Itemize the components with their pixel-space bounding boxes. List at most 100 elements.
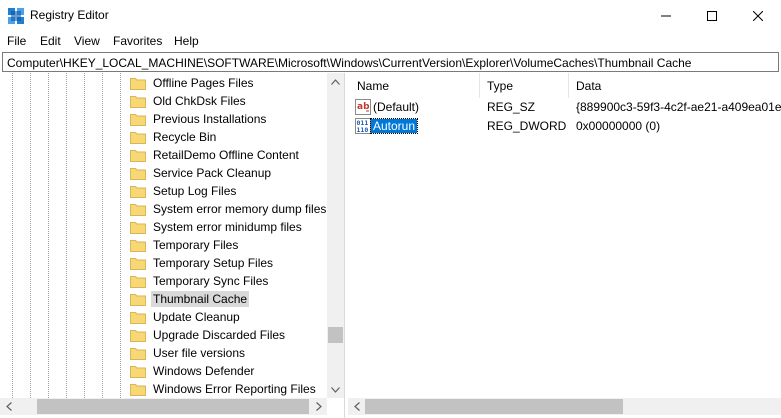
chevron-left-icon (5, 402, 12, 411)
tree-item-label: System error memory dump files (153, 202, 327, 216)
folder-icon (130, 167, 146, 180)
menu-help[interactable]: Help (174, 34, 199, 48)
folder-icon (130, 293, 146, 306)
maximize-button[interactable] (689, 0, 735, 31)
menu-favorites[interactable]: Favorites (113, 34, 162, 48)
tree-item[interactable]: User file versions (130, 344, 247, 362)
tree-item[interactable]: System error memory dump files (130, 200, 328, 218)
tree-item-label: Windows Error Reporting Files (153, 382, 316, 396)
folder-icon (130, 113, 146, 126)
menu-view[interactable]: View (74, 34, 100, 48)
tree-item-label: Offline Pages Files (153, 76, 254, 90)
folder-icon (130, 221, 146, 234)
tree-item-label: Setup Log Files (153, 184, 237, 198)
tree-item-label: Old ChkDsk Files (153, 94, 246, 108)
tree-item-label: Windows Defender (153, 364, 255, 378)
title-bar: Registry Editor (0, 0, 781, 31)
tree-item-label: Upgrade Discarded Files (153, 328, 286, 342)
list-horizontal-scroll-thumb[interactable] (365, 399, 623, 414)
column-data-label: Data (576, 79, 602, 93)
maximize-icon (707, 10, 717, 21)
tree-item-label: Temporary Files (153, 238, 239, 252)
chevron-down-icon (331, 386, 340, 393)
tree-item-label: User file versions (153, 346, 246, 360)
value-row-autorun[interactable]: 011 110 Autorun REG_DWORD 0x00000000 (0) (348, 117, 781, 136)
tree-item[interactable]: Windows Defender (130, 362, 256, 380)
tree-item-label: Previous Installations (153, 112, 267, 126)
tree-item[interactable]: Offline Pages Files (130, 74, 256, 92)
tree-item-label: Temporary Sync Files (153, 274, 269, 288)
folder-icon (130, 329, 146, 342)
close-icon (753, 10, 763, 21)
menu-edit[interactable]: Edit (40, 34, 61, 48)
tree-item[interactable]: RetailDemo Offline Content (130, 146, 301, 164)
list-scroll-left-arrow[interactable] (348, 398, 365, 415)
folder-icon (130, 347, 146, 360)
tree-item[interactable]: Setup Log Files (130, 182, 238, 200)
chevron-up-icon (331, 78, 340, 85)
tree-item[interactable]: Temporary Setup Files (130, 254, 275, 272)
folder-icon (130, 275, 146, 288)
tree-item-label: System error minidump files (153, 220, 302, 234)
tree-item-label: Recycle Bin (153, 130, 217, 144)
tree-item[interactable]: Temporary Files (130, 236, 240, 254)
minimize-icon (661, 15, 671, 16)
folder-icon (130, 77, 146, 90)
folder-icon (130, 149, 146, 162)
tree-scroll-down-arrow[interactable] (327, 381, 344, 398)
tree-item-label: Service Pack Cleanup (153, 166, 272, 180)
svg-text:110: 110 (357, 126, 369, 134)
folder-icon (130, 311, 146, 324)
folder-icon (130, 239, 146, 252)
values-list-pane[interactable]: Name Type Data ab (Default) REG_SZ {8899… (348, 73, 781, 418)
folder-icon (130, 185, 146, 198)
address-bar[interactable]: Computer\HKEY_LOCAL_MACHINE\SOFTWARE\Mic… (2, 52, 779, 72)
value-name-selected: Autorun (369, 118, 419, 134)
tree-item-label: RetailDemo Offline Content (153, 148, 299, 162)
registry-editor-app-icon (8, 8, 24, 24)
tree-item[interactable]: Upgrade Discarded Files (130, 326, 287, 344)
menu-file[interactable]: File (7, 34, 26, 48)
value-data: {889900c3-59f3-4c2f-ae21-a409ea01e6 (576, 100, 781, 114)
column-header-type[interactable]: Type (480, 73, 569, 98)
column-header-name[interactable]: Name (348, 73, 480, 98)
minimize-button[interactable] (643, 0, 689, 31)
tree-item[interactable]: Thumbnail Cache (130, 290, 250, 308)
tree-item[interactable]: Update Cleanup (130, 308, 242, 326)
tree-item[interactable]: Temporary Sync Files (130, 272, 270, 290)
chevron-right-icon (315, 402, 322, 411)
tree-vertical-scrollbar[interactable] (327, 73, 344, 398)
value-name: (Default) (373, 100, 420, 114)
menu-bar: File Edit View Favorites Help (0, 31, 781, 51)
tree-horizontal-scrollbar[interactable] (0, 398, 327, 415)
close-button[interactable] (735, 0, 781, 31)
tree-item[interactable]: Windows Error Reporting Files (130, 380, 318, 398)
tree-item[interactable]: Previous Installations (130, 110, 268, 128)
column-name-label: Name (357, 79, 390, 93)
tree-item-label: Temporary Setup Files (153, 256, 274, 270)
folder-icon (130, 257, 146, 270)
folder-icon (130, 131, 146, 144)
value-row-default[interactable]: ab (Default) REG_SZ {889900c3-59f3-4c2f-… (348, 98, 781, 117)
tree-horizontal-scroll-thumb[interactable] (37, 399, 309, 414)
tree-item[interactable]: Old ChkDsk Files (130, 92, 248, 110)
tree-item-label: Thumbnail Cache (151, 291, 250, 307)
tree-vertical-scroll-thumb[interactable] (328, 327, 343, 343)
tree-scroll-right-arrow[interactable] (310, 398, 327, 415)
tree-scroll-up-arrow[interactable] (327, 73, 344, 90)
string-value-icon: ab (355, 99, 371, 115)
key-tree-pane[interactable]: Offline Pages Files Old ChkDsk Files Previ… (0, 73, 345, 418)
tree-guide-lines (12, 73, 121, 398)
tree-item[interactable]: System error minidump files (130, 218, 304, 236)
tree-item[interactable]: Recycle Bin (130, 128, 218, 146)
chevron-left-icon (353, 402, 360, 411)
tree-scroll-left-arrow[interactable] (0, 398, 17, 415)
column-header-data[interactable]: Data (569, 73, 781, 98)
value-type: REG_SZ (487, 100, 536, 114)
value-data: 0x00000000 (0) (576, 119, 661, 133)
column-type-label: Type (487, 79, 514, 93)
tree-item-label: Update Cleanup (153, 310, 240, 324)
list-horizontal-scrollbar[interactable] (348, 398, 781, 415)
address-path[interactable]: Computer\HKEY_LOCAL_MACHINE\SOFTWARE\Mic… (7, 56, 691, 70)
tree-item[interactable]: Service Pack Cleanup (130, 164, 273, 182)
